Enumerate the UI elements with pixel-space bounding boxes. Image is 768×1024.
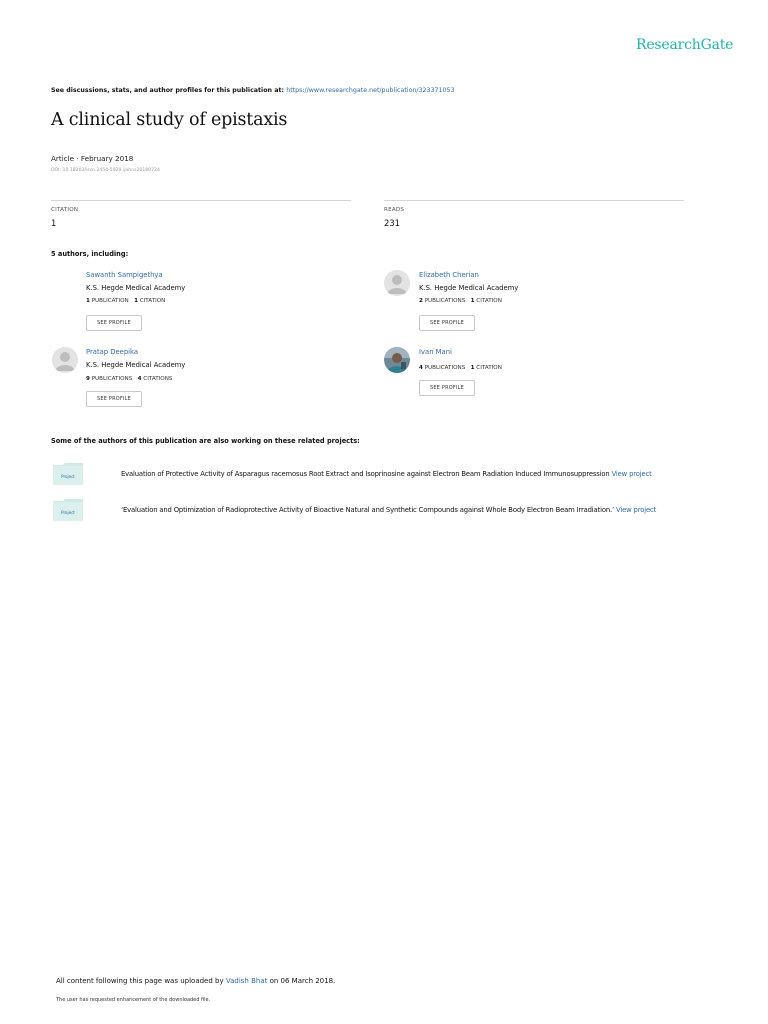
- author-institution: K.S. Hegde Medical Academy: [86, 284, 186, 292]
- authors-heading: 5 authors, including:: [51, 250, 129, 258]
- footer-suffix: on 06 March 2018.: [267, 977, 336, 985]
- author-avatar[interactable]: [384, 270, 410, 296]
- author-name[interactable]: Pratap Deepika: [86, 348, 138, 356]
- citations-count: 1: [134, 298, 138, 304]
- citations-count: 4: [137, 376, 142, 382]
- user-silhouette-icon: [384, 270, 410, 296]
- footer-prefix: All content following this page was uplo…: [56, 977, 226, 985]
- publications-label: PUBLICATION: [91, 298, 129, 304]
- author-stats: 4 PUBLICATIONS 1 CITATION: [419, 365, 502, 371]
- citations-label: CITATIONS: [143, 376, 173, 382]
- project-title: Evaluation of Protective Activity of Asp…: [121, 470, 612, 478]
- uploader-link[interactable]: Vadish Bhat: [226, 977, 268, 985]
- related-projects-heading: Some of the authors of this publication …: [51, 437, 360, 445]
- see-profile-button[interactable]: SEE PROFILE: [86, 391, 142, 407]
- publications-count: 2: [419, 298, 423, 304]
- publications-count: 1: [86, 298, 90, 304]
- folder-icon: Project: [53, 499, 83, 521]
- author-avatar[interactable]: [52, 347, 78, 373]
- project-icon-label: Project: [61, 474, 75, 479]
- user-silhouette-icon: [52, 347, 78, 373]
- stats-divider-right: [384, 200, 684, 201]
- author-name[interactable]: Ivan Mani: [419, 348, 452, 356]
- author-avatar[interactable]: [52, 270, 78, 296]
- author-stats: 2 PUBLICATIONS 1 CITATION: [419, 298, 502, 304]
- upload-footer: All content following this page was uplo…: [56, 977, 335, 985]
- stats-divider-left: [51, 200, 351, 201]
- publications-count: 9: [86, 376, 90, 382]
- reads-label: READS: [384, 207, 405, 213]
- see-discussions-text: See discussions, stats, and author profi…: [51, 87, 287, 94]
- see-discussions-line: See discussions, stats, and author profi…: [51, 87, 455, 94]
- project-description: ‘Evaluation and Optimization of Radiopro…: [121, 506, 656, 514]
- footer-note: The user has requested enhancement of th…: [56, 997, 211, 1003]
- author-name[interactable]: Elizabeth Cherian: [419, 271, 479, 279]
- citations-label: CITATION: [139, 298, 166, 304]
- author-stats: 9 PUBLICATIONS 4 CITATIONS: [86, 376, 172, 382]
- author-institution: K.S. Hegde Medical Academy: [86, 361, 186, 369]
- reads-value: 231: [384, 218, 400, 228]
- author-institution: K.S. Hegde Medical Academy: [419, 284, 519, 292]
- publications-label: PUBLICATIONS: [91, 376, 133, 382]
- citations-count: 1: [470, 365, 475, 371]
- see-profile-button[interactable]: SEE PROFILE: [86, 315, 142, 331]
- view-project-link[interactable]: View project: [612, 470, 652, 478]
- project-description: Evaluation of Protective Activity of Asp…: [121, 470, 652, 478]
- researchgate-logo[interactable]: ResearchGate: [636, 37, 733, 53]
- publications-count: 4: [419, 365, 423, 371]
- citations-count: 1: [470, 298, 475, 304]
- article-type-date: Article · February 2018: [51, 154, 134, 163]
- author-name[interactable]: Sawanth Sampigethya: [86, 271, 163, 279]
- project-title: ‘Evaluation and Optimization of Radiopro…: [121, 506, 617, 514]
- author-photo-icon: [384, 347, 410, 373]
- project-icon-label: Project: [61, 510, 75, 515]
- citation-label: CITATION: [51, 207, 79, 213]
- citation-value: 1: [51, 218, 57, 228]
- article-doi[interactable]: DOI: 10.18203/issn.2454-5929.ijohns20180…: [51, 168, 160, 173]
- publication-url-link[interactable]: https://www.researchgate.net/publication…: [286, 87, 454, 94]
- publications-label: PUBLICATIONS: [424, 298, 466, 304]
- see-profile-button[interactable]: SEE PROFILE: [419, 315, 475, 331]
- project-folder-icon[interactable]: Project: [53, 463, 83, 485]
- author-avatar[interactable]: [384, 347, 410, 373]
- see-profile-button[interactable]: SEE PROFILE: [419, 380, 475, 396]
- publications-label: PUBLICATIONS: [424, 365, 466, 371]
- project-folder-icon[interactable]: Project: [53, 499, 83, 521]
- view-project-link[interactable]: View project: [616, 506, 656, 514]
- folder-icon: Project: [53, 463, 83, 485]
- author-stats: 1 PUBLICATION 1 CITATION: [86, 298, 165, 304]
- citations-label: CITATION: [476, 365, 502, 371]
- citations-label: CITATION: [476, 298, 502, 304]
- article-title: A clinical study of epistaxis: [51, 110, 288, 130]
